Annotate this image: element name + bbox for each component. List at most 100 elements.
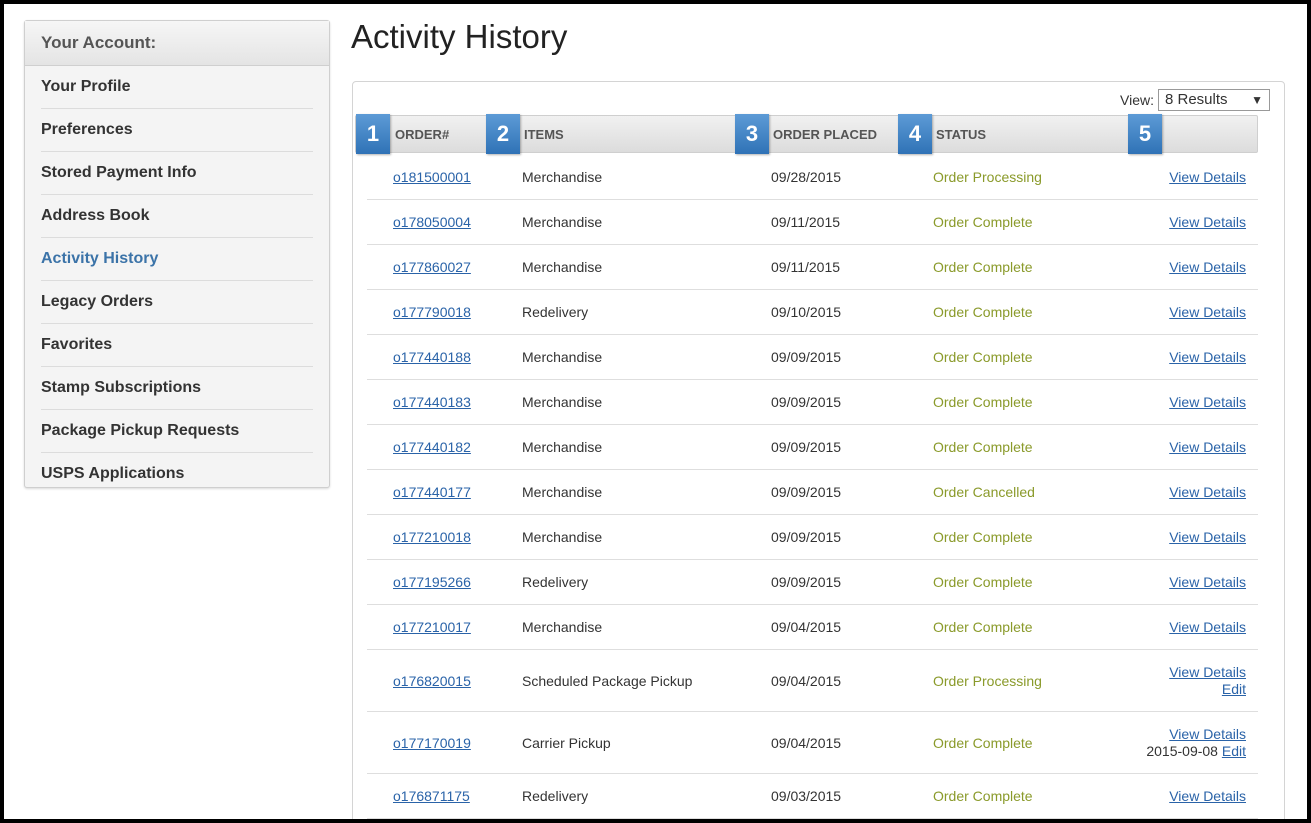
order-status-cell: Order Cancelled [933, 470, 1035, 514]
order-items-cell: Scheduled Package Pickup [522, 650, 692, 711]
sidebar-heading: Your Account: [25, 21, 329, 66]
order-placed-date: 09/04/2015 [771, 734, 842, 751]
order-placed-date-cell: 09/28/2015 [771, 155, 841, 199]
order-number-link[interactable]: o177195266 [393, 574, 471, 590]
edit-link[interactable]: Edit [1222, 743, 1246, 759]
view-details-link[interactable]: View Details [1169, 349, 1246, 365]
view-details-link[interactable]: View Details [1169, 726, 1246, 742]
order-items: Scheduled Package Pickup [522, 672, 693, 689]
order-placed-date: 09/09/2015 [771, 394, 842, 410]
order-placed-date-cell: 09/09/2015 [771, 470, 841, 514]
order-number-link-cell: o176871175 [393, 774, 470, 818]
actions-cell: View Details [1169, 605, 1246, 649]
actions-cell: View Details [1169, 290, 1246, 334]
actions-line: View Details [1169, 619, 1246, 636]
order-items: Merchandise [522, 214, 603, 230]
column-header-status: STATUS [936, 127, 987, 142]
page-title: Activity History [351, 18, 568, 55]
order-items: Merchandise [522, 484, 603, 500]
results-per-page-value: 8 Results [1165, 91, 1228, 108]
view-details-link[interactable]: View Details [1169, 394, 1246, 410]
order-number-link[interactable]: o177440188 [393, 349, 471, 365]
order-number-link[interactable]: o177440182 [393, 439, 471, 455]
view-details-link[interactable]: View Details [1169, 529, 1246, 545]
order-status-cell: Order Complete [933, 380, 1033, 424]
sidebar-item-stored-payment-info[interactable]: Stored Payment Info [41, 152, 313, 195]
view-details-link[interactable]: View Details [1169, 664, 1246, 680]
order-number-link[interactable]: o177860027 [393, 259, 471, 275]
order-items: Merchandise [522, 394, 603, 410]
actions-line: View Details [1169, 394, 1246, 411]
table-row: o177440177 Merchandise 09/09/2015 Order Can… [367, 470, 1258, 515]
table-row: o177440183 Merchandise 09/09/2015 Order Com… [367, 380, 1258, 425]
order-number-link[interactable]: o181500001 [393, 169, 471, 185]
actions-cell: View Details [1169, 515, 1246, 559]
order-items-cell: Merchandise [522, 605, 602, 649]
order-placed-date: 09/09/2015 [771, 529, 842, 545]
table-row: o177790018 Redelivery 09/10/2015 Order Comp… [367, 290, 1258, 335]
edit-link[interactable]: Edit [1222, 681, 1246, 697]
order-number-link[interactable]: o177440177 [393, 484, 471, 500]
order-number-link[interactable]: o177170019 [393, 735, 471, 751]
column-marker-1: 1 [356, 114, 390, 154]
order-number-link[interactable]: o177790018 [393, 304, 471, 320]
sidebar-item-package-pickup-requests[interactable]: Package Pickup Requests [41, 410, 313, 453]
view-details-link[interactable]: View Details [1169, 304, 1246, 320]
order-placed-date-cell: 09/03/2015 [771, 774, 841, 818]
order-items-cell: Merchandise [522, 380, 602, 424]
sidebar-item-stamp-subscriptions[interactable]: Stamp Subscriptions [41, 367, 313, 410]
order-number-link-cell: o181500001 [393, 155, 471, 199]
results-per-page-select[interactable]: 8 Results ▼ [1158, 89, 1270, 111]
column-marker-3: 3 [735, 114, 769, 154]
order-table-body: o181500001 Merchandise 09/28/2015 Order Pro… [367, 155, 1258, 819]
view-details-link[interactable]: View Details [1169, 259, 1246, 275]
edit-date: 2015-09-08 [1146, 742, 1218, 759]
order-number-link[interactable]: o176871175 [393, 788, 470, 804]
order-placed-date-cell: 09/09/2015 [771, 335, 841, 379]
order-placed-date-cell: 09/04/2015 [771, 712, 841, 773]
column-header-order: ORDER# [395, 127, 450, 142]
view-details-link[interactable]: View Details [1169, 169, 1246, 185]
dropdown-arrow-icon: ▼ [1251, 93, 1263, 107]
actions-line: View Details [1169, 259, 1246, 276]
order-items-cell: Merchandise [522, 200, 602, 244]
order-placed-date: 09/04/2015 [771, 672, 842, 689]
actions-cell: View Details [1169, 155, 1246, 199]
order-items: Redelivery [522, 574, 589, 590]
order-placed-date-cell: 09/04/2015 [771, 650, 841, 711]
sidebar-item-activity-history[interactable]: Activity History [41, 238, 313, 281]
actions-line: View Details [1169, 304, 1246, 321]
order-status: Order Complete [933, 734, 1033, 751]
sidebar-item-favorites[interactable]: Favorites [41, 324, 313, 367]
view-details-link[interactable]: View Details [1169, 788, 1246, 804]
order-number-link[interactable]: o177210017 [393, 619, 471, 635]
view-details-link[interactable]: View Details [1169, 619, 1246, 635]
sidebar-item-legacy-orders[interactable]: Legacy Orders [41, 281, 313, 324]
view-details-link[interactable]: View Details [1169, 484, 1246, 500]
account-sidebar: Your Account: Your Profile Preferences S… [24, 20, 330, 488]
view-details-link[interactable]: View Details [1169, 439, 1246, 455]
actions-line: View Details [1169, 439, 1246, 456]
order-number-link-cell: o177195266 [393, 560, 471, 604]
order-number-link[interactable]: o176820015 [393, 673, 471, 689]
page-frame: Your Account: Your Profile Preferences S… [0, 0, 1311, 823]
sidebar-item-usps-applications[interactable]: USPS Applications [41, 453, 313, 495]
sidebar-item-preferences[interactable]: Preferences [41, 109, 313, 152]
order-number-link[interactable]: o177440183 [393, 394, 471, 410]
sidebar-item-your-profile[interactable]: Your Profile [41, 66, 313, 109]
actions-cell: View Details 2015-09-08 Edit [1146, 712, 1246, 773]
order-items-cell: Redelivery [522, 560, 588, 604]
order-items: Merchandise [522, 439, 603, 455]
sidebar-nav: Your Profile Preferences Stored Payment … [41, 66, 313, 495]
order-items-cell: Merchandise [522, 335, 602, 379]
sidebar-item-address-book[interactable]: Address Book [41, 195, 313, 238]
order-items-cell: Carrier Pickup [522, 712, 611, 773]
order-placed-date-cell: 09/09/2015 [771, 425, 841, 469]
column-marker-2: 2 [486, 114, 520, 154]
order-number-link[interactable]: o177210018 [393, 529, 471, 545]
table-row: o176871175 Redelivery 09/03/2015 Order Comp… [367, 774, 1258, 819]
order-number-link[interactable]: o178050004 [393, 214, 471, 230]
view-details-link[interactable]: View Details [1169, 214, 1246, 230]
view-details-link[interactable]: View Details [1169, 574, 1246, 590]
order-placed-date: 09/03/2015 [771, 788, 842, 804]
